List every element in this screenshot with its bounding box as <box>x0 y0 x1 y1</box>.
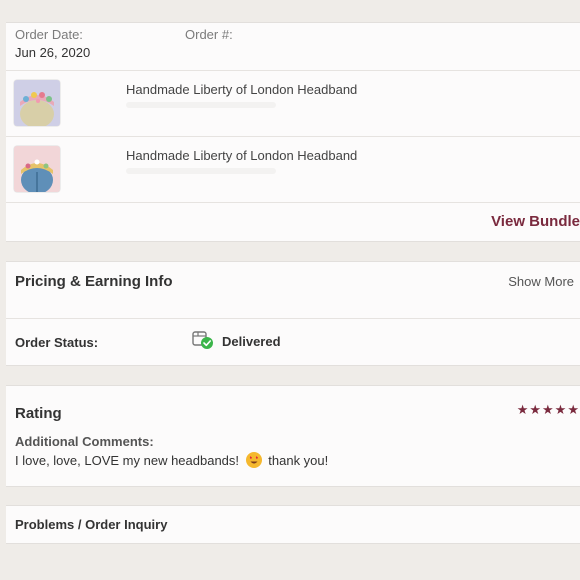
show-more-link[interactable]: Show More <box>508 274 574 289</box>
order-status-label: Order Status: <box>15 335 99 350</box>
divider <box>6 202 580 203</box>
order-date-label: Order Date: <box>15 27 83 42</box>
order-number-label: Order #: <box>185 27 233 42</box>
rating-comment: I love, love, LOVE my new headbands! tha… <box>15 452 328 468</box>
item-subtext-placeholder <box>126 102 276 108</box>
headband-photo-blue-icon <box>14 146 60 192</box>
problems-order-inquiry-link[interactable]: Problems / Order Inquiry <box>15 517 167 532</box>
item-title[interactable]: Handmade Liberty of London Headband <box>126 148 357 163</box>
delivered-box-check-icon <box>192 330 214 350</box>
rating-stars: ★★★★★ <box>516 402 580 417</box>
order-item-row[interactable]: Handmade Liberty of London Headband <box>6 137 580 203</box>
comment-text-end: thank you! <box>268 453 329 468</box>
item-subtext-placeholder <box>126 168 276 174</box>
order-summary-card: Order Date: Order #: Jun 26, 2020 Handma… <box>6 22 580 242</box>
rating-title: Rating <box>15 405 62 422</box>
view-bundle-link[interactable]: View Bundle <box>491 213 580 230</box>
additional-comments-label: Additional Comments: <box>15 434 154 449</box>
heart-eyes-emoji-icon <box>245 452 262 468</box>
headband-thumbnail[interactable] <box>14 146 60 192</box>
comment-text: I love, love, LOVE my new headbands! <box>15 453 240 468</box>
divider <box>6 318 580 319</box>
headband-photo-floral-icon <box>14 80 60 126</box>
item-title[interactable]: Handmade Liberty of London Headband <box>126 82 357 97</box>
pricing-card: Pricing & Earning Info Show More Order S… <box>6 261 580 366</box>
rating-card: Rating ★★★★★ Additional Comments: I love… <box>6 385 580 487</box>
problems-card[interactable]: Problems / Order Inquiry <box>6 505 580 544</box>
pricing-title: Pricing & Earning Info <box>15 273 173 290</box>
headband-thumbnail[interactable] <box>14 80 60 126</box>
order-status-value: Delivered <box>222 334 281 349</box>
order-date-value: Jun 26, 2020 <box>15 45 91 60</box>
order-item-row[interactable]: Handmade Liberty of London Headband <box>6 71 580 137</box>
